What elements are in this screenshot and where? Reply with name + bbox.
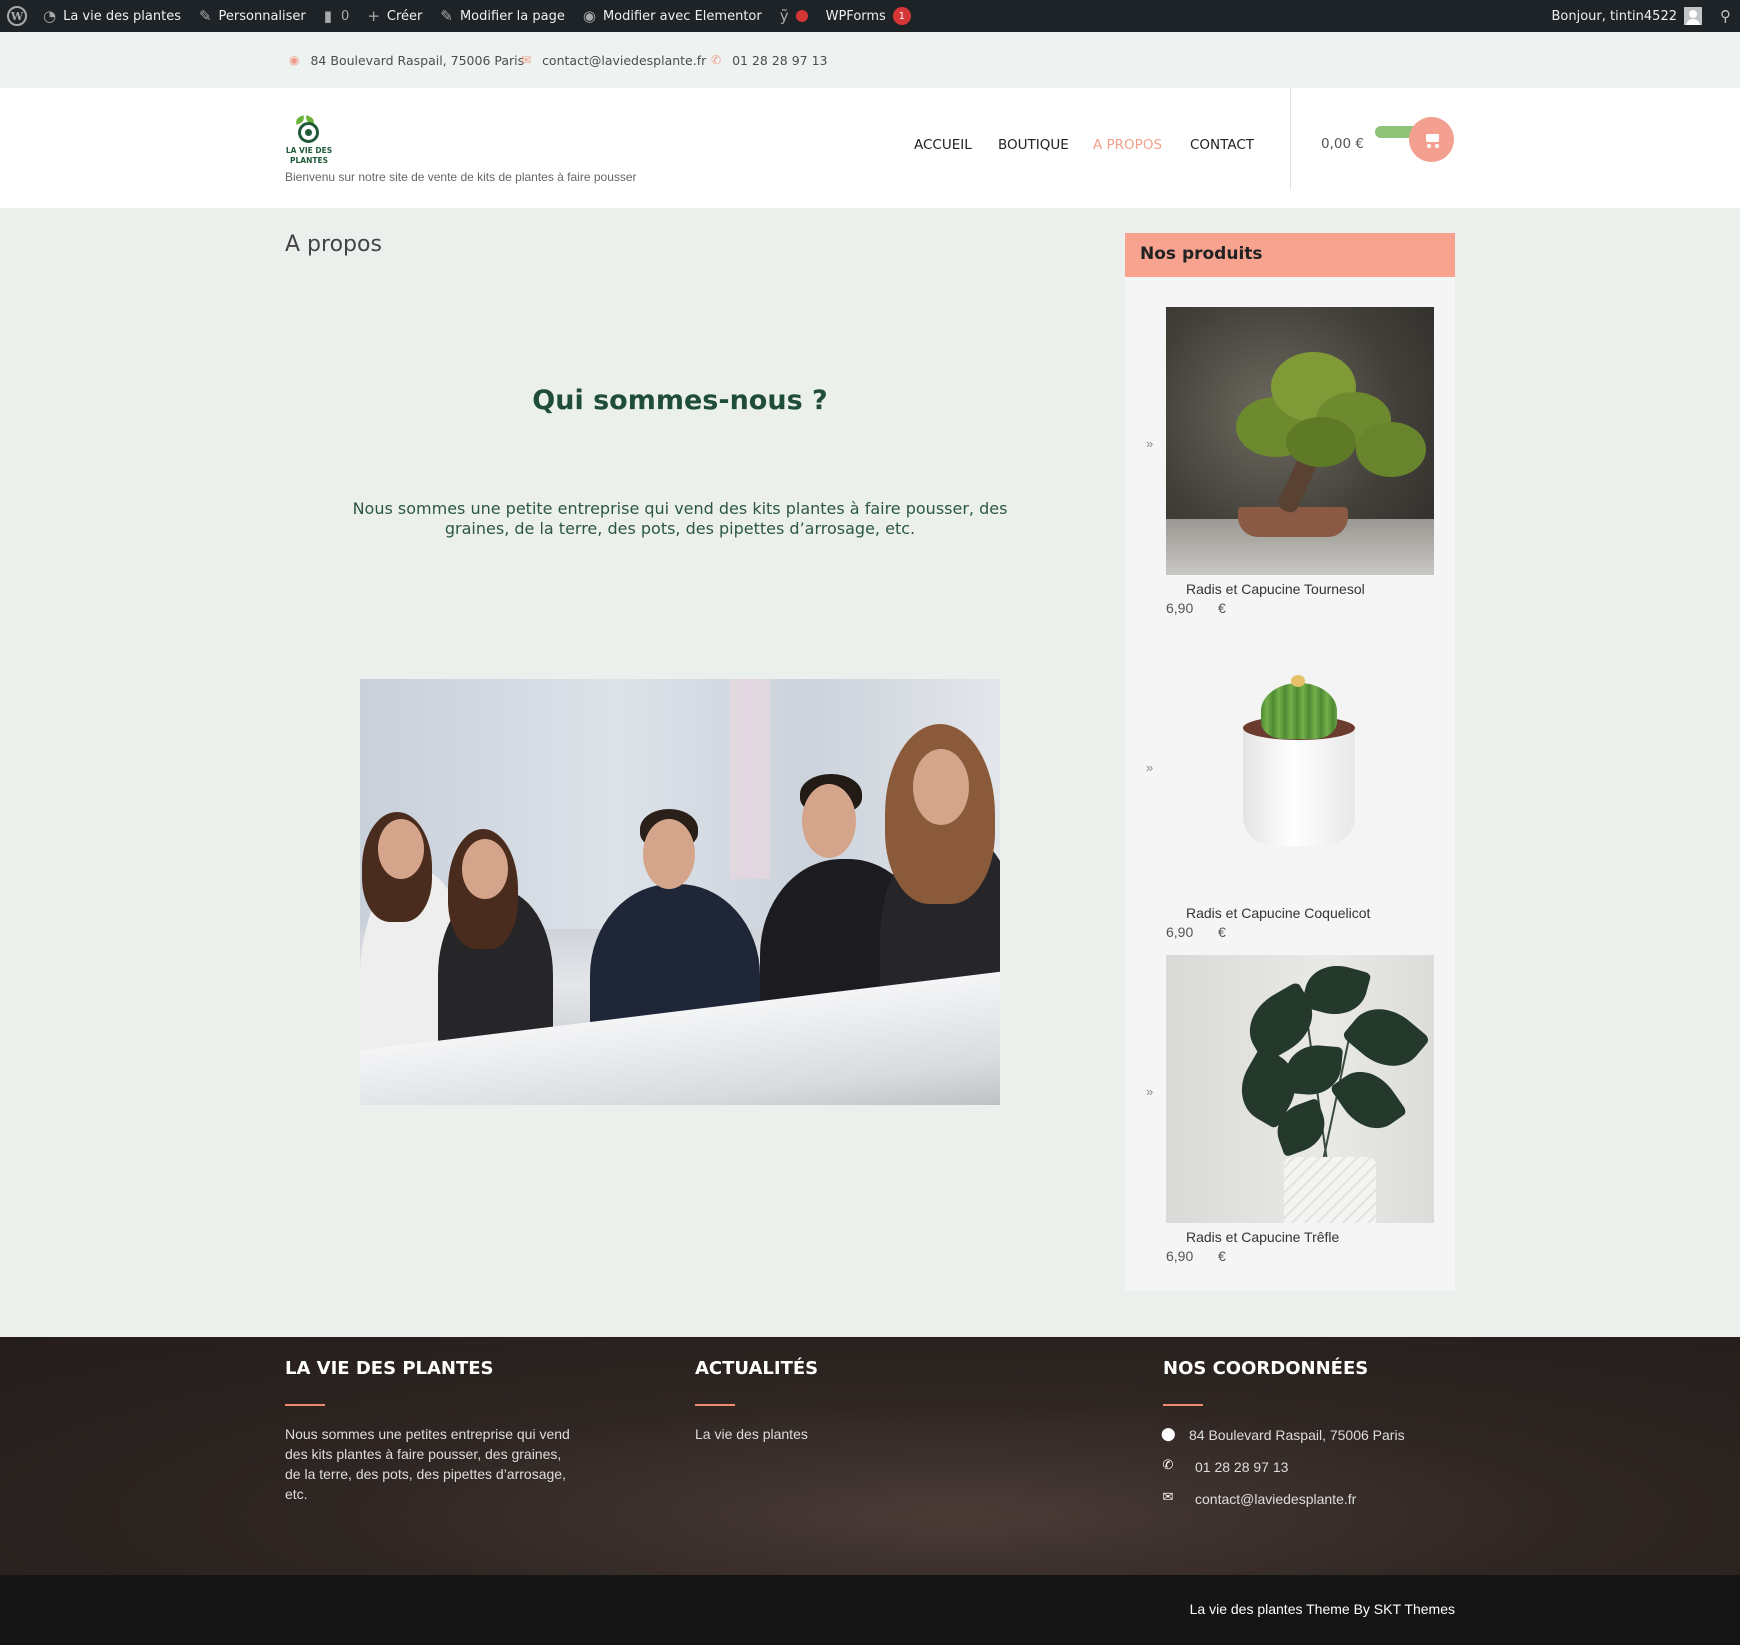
chevron-right-icon: »	[1146, 436, 1154, 451]
product-currency: €	[1218, 924, 1226, 940]
chevron-right-icon: »	[1146, 1084, 1154, 1099]
products-widget: Nos produits » Radis et Capucine Tournes…	[1125, 233, 1455, 1291]
nav-contact[interactable]: CONTACT	[1190, 137, 1254, 153]
product-currency: €	[1218, 1248, 1226, 1264]
section-heading: Qui sommes-nous ?	[532, 385, 828, 416]
new-content-menu[interactable]: + Créer	[358, 0, 431, 32]
footer-title-underline	[285, 1404, 325, 1406]
site-name-label: La vie des plantes	[63, 8, 181, 24]
wpforms-notification-badge: 1	[892, 7, 911, 25]
wpforms-label: WPForms	[825, 8, 886, 24]
wp-admin-bar: W ◔ La vie des plantes ✎ Personnaliser ▮…	[0, 0, 1740, 32]
comments-count: 0	[341, 8, 350, 24]
wordpress-logo-icon: W	[7, 6, 27, 26]
phone-icon: ✆	[711, 53, 722, 67]
envelope-icon: ✉	[1162, 1489, 1174, 1504]
search-icon: ⚲	[1720, 6, 1731, 25]
site-footer: LA VIE DES PLANTES Nous sommes une petit…	[0, 1337, 1740, 1575]
new-content-label: Créer	[386, 8, 423, 24]
chevron-right-icon: »	[1146, 760, 1154, 775]
map-pin-icon: ◉	[289, 53, 300, 67]
site-logo[interactable]: LA VIE DES PLANTES	[285, 115, 333, 165]
wpforms-menu[interactable]: WPForms 1	[817, 0, 920, 32]
products-widget-header: Nos produits	[1125, 233, 1455, 277]
topbar-address-text: 84 Boulevard Raspail, 75006 Paris	[310, 52, 525, 68]
edit-elementor-label: Modifier avec Elementor	[602, 8, 762, 24]
edit-page-link[interactable]: ✎ Modifier la page	[431, 0, 573, 32]
nav-accueil[interactable]: ACCUEIL	[914, 137, 972, 153]
intro-paragraph: Nous sommes une petite entreprise qui ve…	[352, 499, 1008, 538]
product-price: 6,90	[1166, 600, 1194, 616]
nav-boutique[interactable]: BOUTIQUE	[998, 137, 1069, 153]
elementor-icon: ◉	[582, 6, 596, 25]
theme-credit[interactable]: La vie des plantes Theme By SKT Themes	[1190, 1601, 1455, 1617]
footer-news-link[interactable]: La vie des plantes	[695, 1424, 808, 1444]
yoast-icon: ỹ	[779, 6, 789, 25]
comments-link[interactable]: ▮ 0	[315, 0, 359, 32]
wordpress-menu[interactable]: W	[0, 0, 34, 32]
footer-contact-title: NOS COORDONNÉES	[1163, 1358, 1369, 1379]
phone-icon: ✆	[1162, 1457, 1174, 1472]
footer-bottom-bar: La vie des plantes Theme By SKT Themes	[0, 1575, 1740, 1645]
product-currency: €	[1218, 600, 1226, 616]
topbar-phone[interactable]: ✆ 01 28 28 97 13	[711, 32, 828, 88]
plus-icon: +	[367, 6, 380, 25]
header-divider	[1290, 88, 1291, 190]
avatar	[1684, 7, 1702, 25]
customize-label: Personnaliser	[218, 8, 306, 24]
product-name[interactable]: Radis et Capucine Trêfle	[1186, 1229, 1339, 1245]
yoast-menu[interactable]: ỹ	[771, 0, 817, 32]
edit-page-label: Modifier la page	[459, 8, 565, 24]
logo-wordmark: LA VIE DES PLANTES	[285, 146, 333, 165]
logo-seed-icon	[298, 122, 319, 143]
site-tagline: Bienvenu sur notre site de vente de kits…	[285, 170, 637, 184]
product-name[interactable]: Radis et Capucine Coquelicot	[1186, 905, 1370, 921]
customize-link[interactable]: ✎ Personnaliser	[190, 0, 315, 32]
map-pin-icon: ⬤	[1161, 1426, 1176, 1441]
product-name[interactable]: Radis et Capucine Tournesol	[1186, 581, 1365, 597]
footer-address: 84 Boulevard Raspail, 75006 Paris	[1189, 1427, 1405, 1443]
product-image-plant[interactable]	[1166, 955, 1434, 1223]
topbar-address: ◉ 84 Boulevard Raspail, 75006 Paris	[289, 32, 524, 88]
cart-total[interactable]: 0,00 €	[1321, 136, 1364, 152]
my-account-menu[interactable]: Bonjour, tintin4522	[1542, 0, 1711, 32]
footer-phone[interactable]: 01 28 28 97 13	[1195, 1457, 1288, 1477]
footer-email[interactable]: contact@laviedesplante.fr	[1195, 1489, 1356, 1509]
nav-a-propos[interactable]: A PROPOS	[1093, 137, 1162, 153]
dashboard-icon: ◔	[43, 6, 57, 25]
seo-status-dot-icon	[795, 10, 808, 22]
site-name-link[interactable]: ◔ La vie des plantes	[34, 0, 190, 32]
product-price: 6,90	[1166, 1248, 1194, 1264]
topbar-email-text: contact@laviedesplante.fr	[542, 52, 707, 68]
pencil-icon: ✎	[440, 6, 453, 25]
footer-title-underline	[1163, 1404, 1203, 1406]
site-header: LA VIE DES PLANTES Bienvenu sur notre si…	[0, 88, 1740, 208]
products-widget-title: Nos produits	[1140, 244, 1263, 264]
greeting-label: Bonjour, tintin4522	[1551, 8, 1677, 24]
footer-title-underline	[695, 1404, 735, 1406]
shopping-cart-icon	[1423, 132, 1441, 148]
topbar-phone-text: 01 28 28 97 13	[732, 52, 828, 68]
admin-search-button[interactable]: ⚲	[1711, 0, 1740, 32]
page-title: A propos	[285, 232, 382, 257]
edit-with-elementor-link[interactable]: ◉ Modifier avec Elementor	[574, 0, 771, 32]
envelope-icon: ✉	[521, 53, 532, 67]
topbar-email[interactable]: ✉ contact@laviedesplante.fr	[521, 32, 706, 88]
team-photo	[360, 679, 1000, 1105]
product-image-cactus[interactable]	[1166, 631, 1434, 899]
cart-button[interactable]	[1409, 117, 1454, 162]
footer-news-title: ACTUALITÉS	[695, 1358, 819, 1379]
comment-icon: ▮	[323, 6, 333, 25]
contact-info-bar: ◉ 84 Boulevard Raspail, 75006 Paris ✉ co…	[0, 32, 1740, 88]
product-price: 6,90	[1166, 924, 1194, 940]
footer-about-text: Nous sommes une petites entreprise qui v…	[285, 1426, 570, 1502]
footer-about-title: LA VIE DES PLANTES	[285, 1358, 494, 1379]
product-image-bonsai[interactable]	[1166, 307, 1434, 575]
paintbrush-icon: ✎	[198, 6, 212, 25]
